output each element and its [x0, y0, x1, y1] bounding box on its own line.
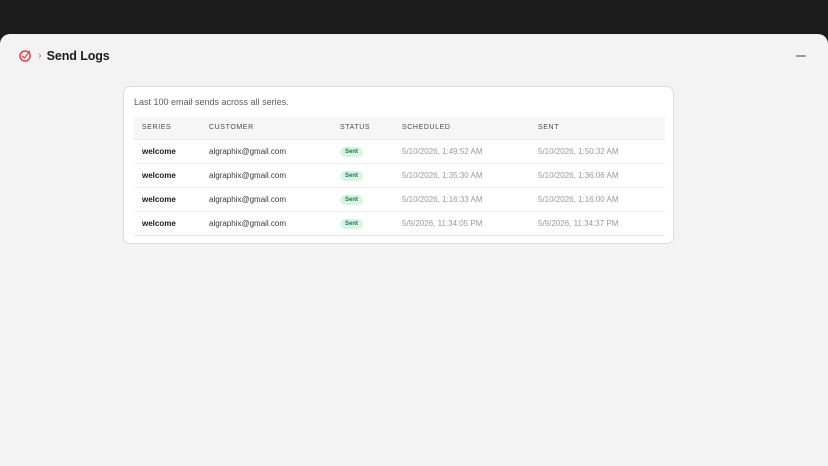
- send-logs-table: SERIES CUSTOMER STATUS SCHEDULED SENT we…: [134, 117, 665, 236]
- customer-cell: algraphix@gmail.com: [209, 146, 287, 156]
- table-row[interactable]: welcome algraphix@gmail.com Sent 5/10/20…: [134, 139, 665, 163]
- series-cell: welcome: [142, 146, 176, 156]
- sent-cell: 5/9/2026, 11:34:37 PM: [538, 218, 619, 228]
- status-badge: Sent: [340, 170, 364, 181]
- app-window: › Send Logs Last 100 email sends across …: [0, 34, 828, 466]
- table-row[interactable]: welcome algraphix@gmail.com Sent 5/10/20…: [134, 187, 665, 211]
- app-logo-icon[interactable]: [18, 49, 32, 63]
- scheduled-cell: 5/10/2026, 1:16:33 AM: [402, 194, 483, 204]
- customer-cell: algraphix@gmail.com: [209, 194, 287, 204]
- customer-cell: algraphix@gmail.com: [209, 170, 287, 180]
- breadcrumb: › Send Logs: [18, 48, 110, 64]
- page-title: Send Logs: [46, 49, 110, 63]
- column-header-sent: SENT: [530, 117, 665, 140]
- series-cell: welcome: [142, 194, 176, 204]
- table-row[interactable]: welcome algraphix@gmail.com Sent 5/10/20…: [134, 163, 665, 187]
- column-header-status: STATUS: [332, 117, 394, 140]
- column-header-customer: CUSTOMER: [201, 117, 332, 140]
- status-cell: Sent: [332, 139, 394, 163]
- series-cell: welcome: [142, 218, 176, 228]
- status-cell: Sent: [332, 211, 394, 235]
- scheduled-cell: 5/10/2026, 1:49:52 AM: [402, 146, 483, 156]
- column-header-scheduled: SCHEDULED: [394, 117, 530, 140]
- table-row[interactable]: welcome algraphix@gmail.com Sent 5/9/202…: [134, 211, 665, 235]
- status-badge: Sent: [340, 194, 364, 205]
- send-logs-card: Last 100 email sends across all series. …: [123, 86, 674, 244]
- sent-cell: 5/10/2026, 1:50:32 AM: [538, 146, 619, 156]
- column-header-series: SERIES: [134, 117, 201, 140]
- sent-cell: 5/10/2026, 1:16:00 AM: [538, 194, 619, 204]
- status-cell: Sent: [332, 187, 394, 211]
- minimize-icon[interactable]: [796, 55, 806, 57]
- scheduled-cell: 5/9/2026, 11:34:05 PM: [402, 218, 483, 228]
- status-badge: Sent: [340, 218, 364, 229]
- table-header-row: SERIES CUSTOMER STATUS SCHEDULED SENT: [134, 117, 665, 140]
- status-badge: Sent: [340, 146, 364, 157]
- scheduled-cell: 5/10/2026, 1:35:30 AM: [402, 170, 483, 180]
- sent-cell: 5/10/2026, 1:36:06 AM: [538, 170, 619, 180]
- breadcrumb-separator: ›: [38, 50, 42, 62]
- status-cell: Sent: [332, 163, 394, 187]
- series-cell: welcome: [142, 170, 176, 180]
- customer-cell: algraphix@gmail.com: [209, 218, 287, 228]
- card-description: Last 100 email sends across all series.: [134, 97, 289, 107]
